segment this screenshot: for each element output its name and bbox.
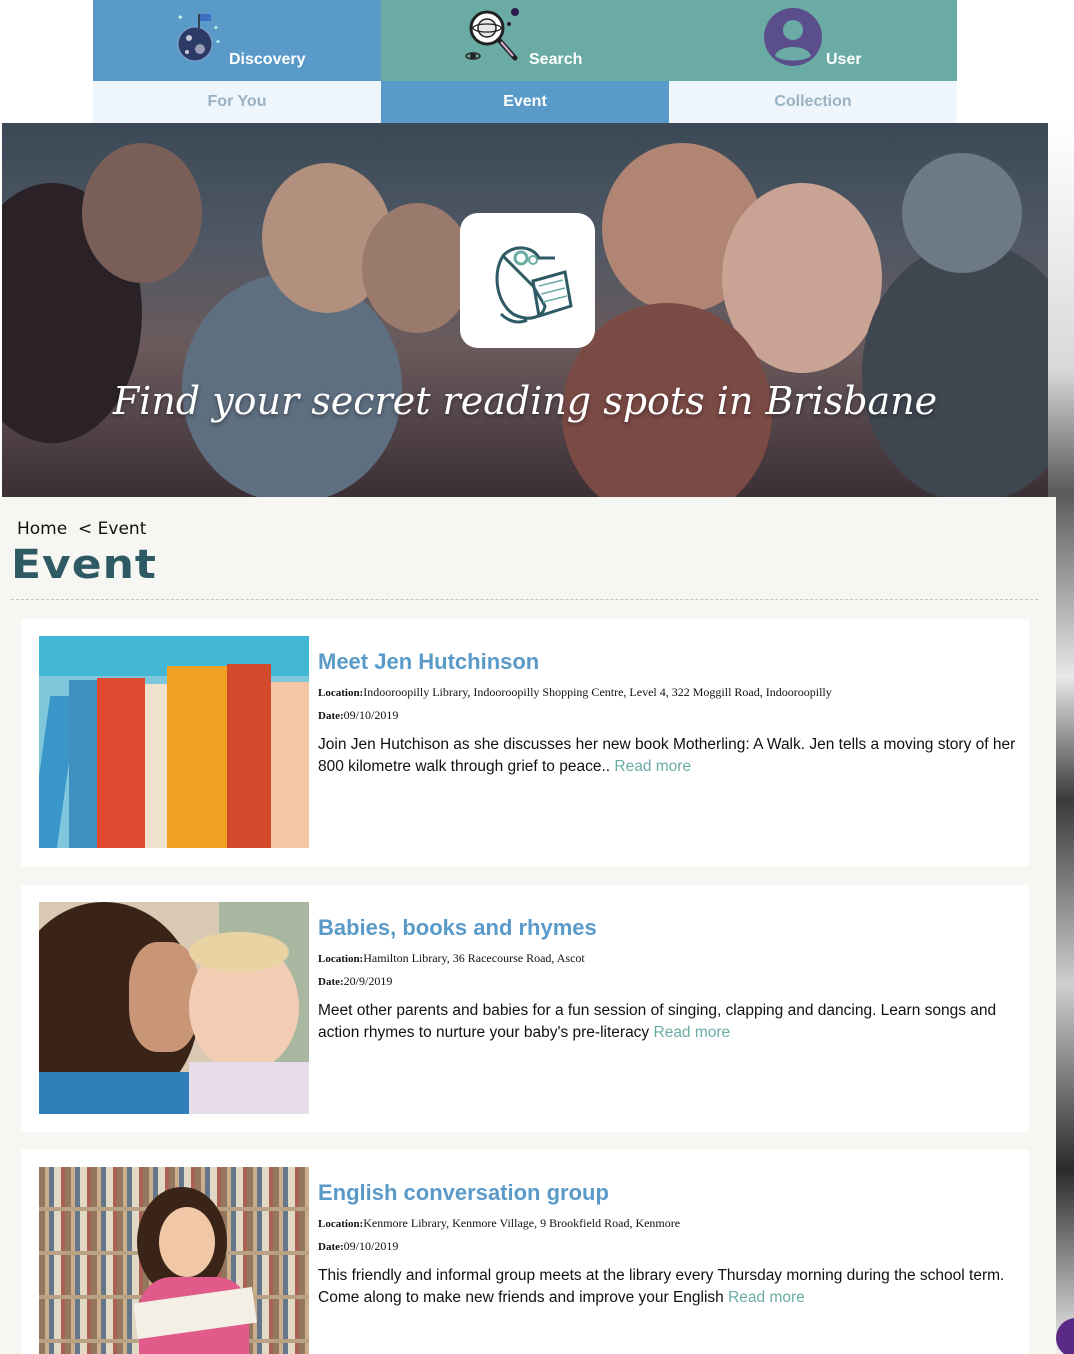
- event-location: Location:Hamilton Library, 36 Racecourse…: [318, 951, 585, 966]
- event-card: Meet Jen Hutchinson Location:Indooroopil…: [21, 619, 1029, 866]
- event-date-label: Date:: [318, 976, 344, 988]
- event-title[interactable]: Meet Jen Hutchinson: [318, 649, 539, 675]
- hero-tagline: Find your secret reading spots in Brisba…: [112, 379, 938, 423]
- event-description: This friendly and informal group meets a…: [318, 1265, 1018, 1309]
- breadcrumb-current: Event: [97, 519, 147, 539]
- audience-photo-shape: [82, 143, 202, 283]
- tab-user[interactable]: User: [669, 0, 957, 81]
- tab-discovery-label: Discovery: [229, 51, 306, 68]
- tab-user-label: User: [826, 51, 862, 68]
- top-navigation: ✦ ✦ ✦ Discovery Search User: [93, 0, 957, 81]
- magnifier-planet-icon: [465, 8, 519, 61]
- event-date: Date:09/10/2019: [318, 708, 398, 723]
- svg-text:✦: ✦: [215, 38, 221, 46]
- event-image[interactable]: [39, 636, 309, 848]
- event-location: Location:Kenmore Library, Kenmore Villag…: [318, 1216, 680, 1231]
- event-card: Babies, books and rhymes Location:Hamilt…: [21, 885, 1029, 1132]
- svg-text:✦: ✦: [177, 13, 184, 22]
- event-description: Join Jen Hutchison as she discusses her …: [318, 734, 1018, 778]
- audience-photo-shape: [902, 153, 1022, 273]
- platypus-reading-logo: [495, 246, 573, 323]
- main-content: Home < Event Event Meet Jen Hutchinson L…: [0, 497, 1056, 1354]
- planet-flag-icon: ✦ ✦ ✦: [177, 13, 221, 62]
- event-location-value: Kenmore Library, Kenmore Village, 9 Broo…: [363, 1216, 681, 1230]
- event-date-value: 09/10/2019: [343, 1239, 399, 1253]
- breadcrumb-separator: <: [78, 519, 93, 539]
- tab-discovery[interactable]: ✦ ✦ ✦ Discovery: [93, 0, 381, 81]
- event-image[interactable]: [39, 902, 309, 1114]
- event-description-text: This friendly and informal group meets a…: [318, 1267, 1005, 1306]
- divider: [11, 599, 1038, 600]
- event-date: Date:09/10/2019: [318, 1239, 398, 1254]
- tab-for-you[interactable]: For You: [93, 81, 381, 123]
- event-description: Meet other parents and babies for a fun …: [318, 1000, 1018, 1044]
- event-date-value: 20/9/2019: [343, 974, 393, 988]
- event-card: English conversation group Location:Kenm…: [21, 1150, 1029, 1354]
- svg-text:✦: ✦: [213, 24, 219, 32]
- event-title[interactable]: Babies, books and rhymes: [318, 915, 597, 941]
- tab-collection[interactable]: Collection: [669, 81, 957, 123]
- read-more-link[interactable]: Read more: [614, 758, 691, 775]
- breadcrumb: Home < Event: [17, 519, 146, 539]
- read-more-link[interactable]: Read more: [728, 1289, 805, 1306]
- user-avatar-icon: [764, 8, 822, 66]
- event-location-label: Location:: [318, 1218, 364, 1230]
- event-date-label: Date:: [318, 1241, 344, 1253]
- tab-search[interactable]: Search: [381, 0, 669, 81]
- tab-search-label: Search: [529, 51, 583, 68]
- app-logo: [460, 213, 595, 348]
- sub-navigation: For You Event Collection: [93, 81, 957, 123]
- event-image[interactable]: [39, 1167, 309, 1354]
- event-title[interactable]: English conversation group: [318, 1180, 609, 1206]
- event-location: Location:Indooroopilly Library, Indooroo…: [318, 685, 832, 700]
- audience-photo-shape: [862, 243, 1048, 497]
- read-more-link[interactable]: Read more: [654, 1024, 731, 1041]
- event-date-label: Date:: [318, 710, 344, 722]
- event-date-value: 09/10/2019: [343, 708, 399, 722]
- event-location-label: Location:: [318, 687, 364, 699]
- breadcrumb-home[interactable]: Home: [17, 519, 67, 539]
- hero-banner: Find your secret reading spots in Brisba…: [2, 123, 1048, 497]
- event-date: Date:20/9/2019: [318, 974, 392, 989]
- audience-photo-shape: [362, 203, 472, 333]
- tab-event[interactable]: Event: [381, 81, 669, 123]
- page-title: Event: [11, 541, 157, 588]
- event-location-value: Hamilton Library, 36 Racecourse Road, As…: [363, 951, 585, 965]
- event-location-value: Indooroopilly Library, Indooroopilly Sho…: [363, 685, 832, 699]
- event-location-label: Location:: [318, 953, 364, 965]
